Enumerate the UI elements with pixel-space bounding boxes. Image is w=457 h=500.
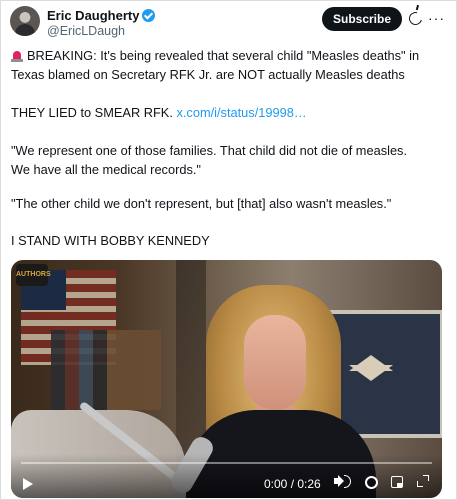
tweet-text-line-2: Texas blamed on Secretary RFK Jr. are NO…: [11, 67, 405, 82]
tweet-text-line-1: BREAKING: It's being revealed that sever…: [11, 48, 419, 63]
avatar[interactable]: [10, 6, 40, 36]
verified-badge-icon: [142, 9, 156, 22]
settings-icon[interactable]: [365, 476, 378, 489]
author-name[interactable]: Eric Daugherty: [47, 8, 156, 23]
tweet-text-line-3: THEY LIED to SMEAR RFK. x.com/i/status/1…: [11, 105, 307, 120]
author-name-text[interactable]: Eric Daugherty: [47, 8, 139, 23]
tweet-text-line-4: "We represent one of those families. Tha…: [11, 143, 408, 158]
pip-icon[interactable]: [391, 476, 403, 488]
volume-icon[interactable]: [334, 478, 340, 484]
author-handle[interactable]: @EricLDaugh: [47, 24, 125, 38]
video-time: 0:00 / 0:26: [264, 477, 321, 491]
tweet-text-line-6: "The other child we don't represent, but…: [11, 196, 392, 211]
video-progress-bar[interactable]: [21, 462, 432, 464]
siren-icon: [11, 49, 23, 62]
star-icon: [349, 355, 393, 381]
tweet-link[interactable]: x.com/i/status/19998…: [176, 105, 306, 120]
fullscreen-icon[interactable]: [417, 475, 429, 487]
tweet-text-line-5: We have all the medical records.": [11, 162, 201, 177]
speaker-face: [244, 315, 306, 410]
play-icon[interactable]: [23, 478, 33, 490]
more-icon[interactable]: ···: [428, 10, 445, 26]
subscribe-button[interactable]: Subscribe: [322, 7, 402, 31]
background-shelf: [51, 330, 161, 410]
video-player[interactable]: AUTHORS 0:00 / 0:26: [11, 260, 442, 498]
tweet-text-line-7: I STAND WITH BOBBY KENNEDY: [11, 233, 210, 248]
video-controls: [11, 454, 442, 498]
channel-logo: AUTHORS: [16, 264, 51, 286]
tweet-text-3: THEY LIED to SMEAR RFK.: [11, 105, 173, 120]
